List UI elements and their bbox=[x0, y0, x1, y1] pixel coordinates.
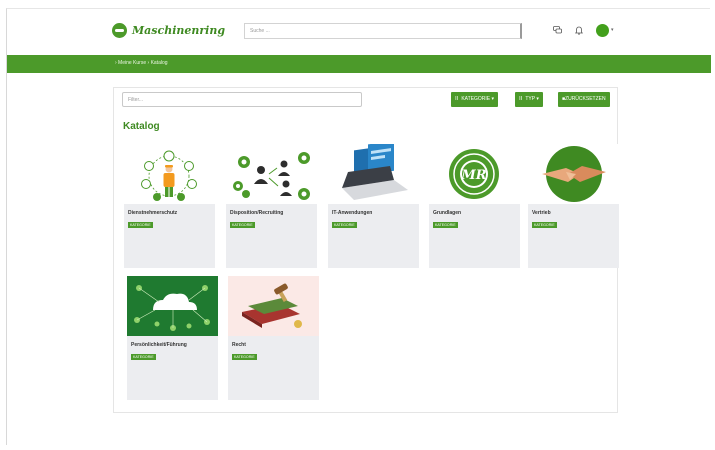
chat-icon[interactable] bbox=[552, 26, 562, 36]
category-badge: KATEGORIE bbox=[232, 354, 257, 360]
course-card-title: Vertrieb bbox=[532, 210, 551, 216]
logo[interactable]: Maschinenring bbox=[112, 23, 225, 38]
course-card-dienstnehmerschutz[interactable]: Dienstnehmerschutz KATEGORIE bbox=[124, 144, 215, 268]
category-filter-button[interactable]: ⁞⁞ KATEGORIE ▾ bbox=[451, 92, 499, 107]
reset-label: ZURÜCKSETZEN bbox=[565, 96, 606, 102]
top-header: Maschinenring Suche ... ▾ bbox=[7, 9, 711, 55]
filter-input[interactable]: Filter... bbox=[122, 92, 362, 107]
filter-icon: ⁞⁞ bbox=[455, 96, 459, 102]
breadcrumb[interactable]: › Meine Kurse › Katalog bbox=[115, 60, 168, 66]
course-card-grundlagen[interactable]: MR Grundlagen KATEGORIE bbox=[429, 144, 520, 268]
worker-safety-illustration bbox=[124, 144, 215, 204]
category-badge: KATEGORIE bbox=[332, 222, 357, 228]
logo-text: Maschinenring bbox=[132, 24, 226, 37]
cloud-mindmap-illustration bbox=[127, 276, 218, 336]
category-badge: KATEGORIE bbox=[131, 354, 156, 360]
catalog-panel: Filter... ⁞⁞ KATEGORIE ▾ ⁞⁞ TYP ▾ ■ZURÜCKS… bbox=[113, 87, 619, 413]
course-card-persoenlichkeit-fuehrung[interactable]: Persönlichkeit/Führung KATEGORIE bbox=[127, 276, 218, 400]
app-window: Maschinenring Suche ... ▾ › Meine Kurse … bbox=[6, 8, 711, 445]
course-card-recht[interactable]: Recht KATEGORIE bbox=[228, 276, 319, 400]
reset-button[interactable]: ■ZURÜCKSETZEN bbox=[558, 92, 610, 107]
course-card-title: Disposition/Recruiting bbox=[230, 210, 284, 216]
people-gears-illustration bbox=[226, 144, 317, 204]
mr-logo-emblem: MR bbox=[429, 144, 520, 204]
category-filter-label: KATEGORIE bbox=[461, 96, 491, 102]
handshake-illustration bbox=[528, 144, 619, 204]
page-title: Katalog bbox=[123, 121, 160, 132]
avatar[interactable] bbox=[596, 24, 609, 37]
course-card-vertrieb[interactable]: Vertrieb KATEGORIE bbox=[528, 144, 619, 268]
category-badge: KATEGORIE bbox=[128, 222, 153, 228]
type-filter-button[interactable]: ⁞⁞ TYP ▾ bbox=[515, 92, 543, 107]
logo-icon bbox=[112, 23, 127, 38]
chevron-down-icon: ▾ bbox=[536, 96, 539, 102]
course-card-title: Dienstnehmerschutz bbox=[128, 210, 178, 216]
category-badge: KATEGORIE bbox=[230, 222, 255, 228]
category-badge: KATEGORIE bbox=[433, 222, 458, 228]
svg-text:MR: MR bbox=[460, 168, 486, 183]
course-card-title: Persönlichkeit/Führung bbox=[131, 342, 187, 348]
filter-icon: ⁞⁞ bbox=[519, 96, 523, 102]
law-books-gavel-illustration bbox=[228, 276, 319, 336]
bell-icon[interactable] bbox=[574, 26, 584, 36]
laptop-screens-illustration bbox=[328, 144, 419, 204]
green-nav-bar: › Meine Kurse › Katalog bbox=[7, 55, 711, 73]
course-card-title: IT-Anwendungen bbox=[332, 210, 373, 216]
type-filter-label: TYP bbox=[525, 96, 535, 102]
chevron-down-icon[interactable]: ▾ bbox=[611, 27, 614, 33]
category-badge: KATEGORIE bbox=[532, 222, 557, 228]
chevron-down-icon: ▾ bbox=[491, 96, 495, 102]
course-card-disposition-recruiting[interactable]: Disposition/Recruiting KATEGORIE bbox=[226, 144, 317, 268]
course-card-title: Grundlagen bbox=[433, 210, 462, 216]
search-input[interactable]: Suche ... bbox=[244, 23, 522, 39]
course-card-it-anwendungen[interactable]: IT-Anwendungen KATEGORIE bbox=[328, 144, 419, 268]
course-card-title: Recht bbox=[232, 342, 246, 348]
